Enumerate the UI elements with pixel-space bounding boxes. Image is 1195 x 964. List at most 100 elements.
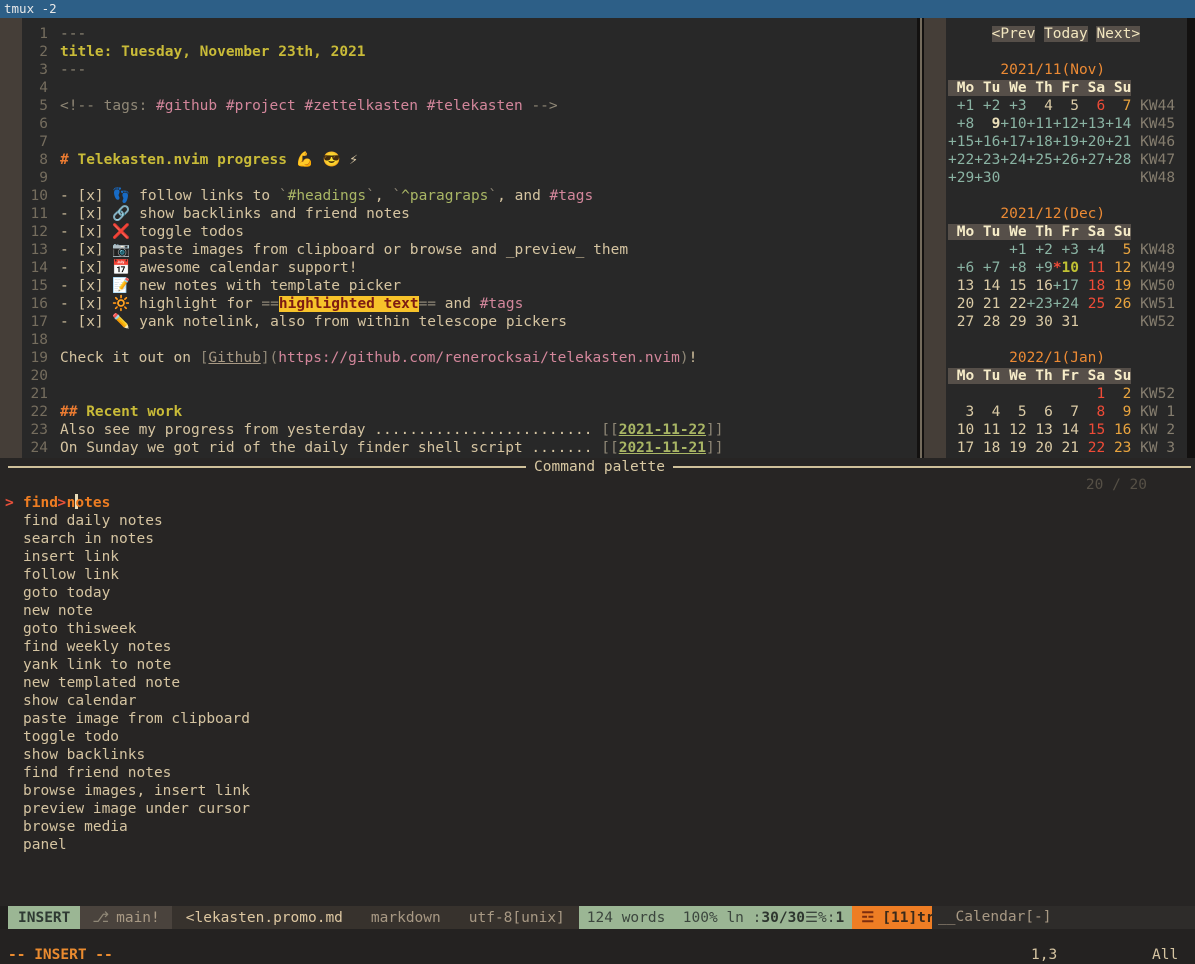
editor-line[interactable] (60, 385, 724, 403)
editor-line[interactable]: - [x] 📝 new notes with template picker (60, 277, 724, 295)
calendar-day[interactable]: 13 (1027, 422, 1053, 438)
calendar-day[interactable]: 14 (974, 278, 1000, 294)
editor-line[interactable]: - [x] 🔆 highlight for ==highlighted text… (60, 295, 724, 313)
palette-item[interactable]: panel (5, 836, 1195, 854)
calendar-day[interactable]: +20 (1079, 134, 1105, 150)
calendar-day[interactable]: 29 (1000, 314, 1026, 330)
palette-item[interactable]: find daily notes (5, 512, 1195, 530)
calendar-day[interactable]: 3 (948, 404, 974, 420)
calendar-day[interactable]: +8 (948, 116, 974, 132)
editor-scrollbar[interactable] (0, 18, 22, 458)
palette-item[interactable]: goto thisweek (5, 620, 1195, 638)
editor-line[interactable] (60, 169, 724, 187)
calendar-day[interactable]: +30 (974, 170, 1000, 186)
calendar-day[interactable]: +10 (1000, 116, 1026, 132)
calendar-day[interactable]: 8 (1079, 404, 1105, 420)
calendar-day[interactable]: +28 (1105, 152, 1131, 168)
window-separator[interactable] (917, 18, 924, 458)
calendar-day[interactable]: +17 (1000, 134, 1026, 150)
palette-item[interactable]: paste image from clipboard (5, 710, 1195, 728)
calendar-day[interactable]: 26 (1105, 296, 1131, 312)
calendar-day[interactable]: 18 (1079, 278, 1105, 294)
calendar-day[interactable]: 1 (1079, 386, 1105, 402)
calendar-day[interactable]: 22 (1079, 440, 1105, 456)
editor-line[interactable]: ## Recent work (60, 403, 724, 421)
palette-item[interactable]: show calendar (5, 692, 1195, 710)
calendar-day[interactable]: +15 (948, 134, 974, 150)
palette-item[interactable]: preview image under cursor (5, 800, 1195, 818)
palette-prompt[interactable]: > (5, 476, 1195, 494)
calendar-window[interactable]: <Prev Today Next> 2021/11(Nov) Mo Tu We … (924, 18, 1187, 458)
editor-line[interactable]: - [x] 📷 paste images from clipboard or b… (60, 241, 724, 259)
calendar-day[interactable]: +1 (948, 98, 974, 114)
editor-line[interactable] (60, 115, 724, 133)
palette-item[interactable]: new templated note (5, 674, 1195, 692)
palette-item[interactable]: yank link to note (5, 656, 1195, 674)
palette-item[interactable]: goto today (5, 584, 1195, 602)
calendar-day[interactable]: +24 (1053, 296, 1079, 312)
calendar-day[interactable]: +4 (1079, 242, 1105, 258)
editor-line[interactable]: Also see my progress from yesterday ....… (60, 421, 724, 439)
calendar-day[interactable]: +29 (948, 170, 974, 186)
palette-item[interactable]: new note (5, 602, 1195, 620)
calendar-day[interactable]: +27 (1079, 152, 1105, 168)
calendar-day[interactable]: +16 (974, 134, 1000, 150)
calendar-day[interactable]: +6 (948, 260, 974, 276)
calendar-day[interactable]: 16 (1027, 278, 1053, 294)
today-button[interactable]: Today (1044, 26, 1088, 42)
editor-line[interactable]: - [x] ❌ toggle todos (60, 223, 724, 241)
editor-line[interactable]: - [x] ✏️ yank notelink, also from within… (60, 313, 724, 331)
editor-line[interactable]: Check it out on [Github](https://github.… (60, 349, 724, 367)
calendar-day[interactable]: +23 (1027, 296, 1053, 312)
editor-text[interactable]: ---title: Tuesday, November 23th, 2021--… (60, 25, 724, 458)
calendar-day[interactable]: 19 (1105, 278, 1131, 294)
calendar-day[interactable]: 25 (1079, 296, 1105, 312)
calendar-day[interactable]: +13 (1079, 116, 1105, 132)
editor-line[interactable]: --- (60, 61, 724, 79)
next-button[interactable]: Next> (1096, 26, 1140, 42)
calendar-day[interactable]: +1 (1000, 242, 1026, 258)
calendar-day[interactable]: 4 (974, 404, 1000, 420)
calendar-day[interactable]: 9 (1105, 404, 1131, 420)
calendar-day[interactable]: 11 (1079, 260, 1105, 276)
calendar-day[interactable]: 14 (1053, 422, 1079, 438)
calendar-day[interactable]: 23 (1105, 440, 1131, 456)
calendar-day[interactable]: 10 (948, 422, 974, 438)
calendar-day[interactable]: 4 (1027, 98, 1053, 114)
calendar-day[interactable]: 19 (1000, 440, 1026, 456)
calendar-day[interactable]: +7 (974, 260, 1000, 276)
calendar-day[interactable]: 15 (1079, 422, 1105, 438)
calendar-day[interactable]: 15 (1000, 278, 1026, 294)
calendar-day[interactable]: +12 (1053, 116, 1079, 132)
calendar-day[interactable]: +25 (1027, 152, 1053, 168)
editor-line[interactable]: <!-- tags: #github #project #zettelkaste… (60, 97, 724, 115)
calendar-day-today[interactable]: *10 (1053, 260, 1079, 276)
palette-item[interactable]: browse media (5, 818, 1195, 836)
calendar-day[interactable]: 20 (1027, 440, 1053, 456)
calendar-day[interactable]: 31 (1053, 314, 1079, 330)
palette-item[interactable]: search in notes (5, 530, 1195, 548)
calendar-day[interactable]: 11 (974, 422, 1000, 438)
calendar-day[interactable]: +3 (1053, 242, 1079, 258)
calendar-day[interactable]: 12 (1000, 422, 1026, 438)
editor-line[interactable] (60, 367, 724, 385)
palette-item[interactable]: follow link (5, 566, 1195, 584)
palette-item[interactable]: find friend notes (5, 764, 1195, 782)
editor-line[interactable] (60, 79, 724, 97)
calendar-day[interactable]: 7 (1053, 404, 1079, 420)
calendar-day[interactable]: +9 (1027, 260, 1053, 276)
editor-line[interactable]: --- (60, 25, 724, 43)
calendar-day[interactable]: +11 (1027, 116, 1053, 132)
calendar-day[interactable]: 5 (1053, 98, 1079, 114)
calendar-day[interactable]: 28 (974, 314, 1000, 330)
editor-line[interactable]: - [x] 📅 awesome calendar support! (60, 259, 724, 277)
calendar-day[interactable]: 6 (1027, 404, 1053, 420)
calendar-day[interactable]: 20 (948, 296, 974, 312)
calendar-day[interactable]: +19 (1053, 134, 1079, 150)
calendar-day[interactable]: +2 (1027, 242, 1053, 258)
editor-line[interactable]: On Sunday we got rid of the daily finder… (60, 439, 724, 457)
calendar-day[interactable]: 18 (974, 440, 1000, 456)
palette-item[interactable]: find weekly notes (5, 638, 1195, 656)
calendar-day[interactable]: 2 (1105, 386, 1131, 402)
editor-window[interactable]: 123456789101112131415161718192021222324 … (0, 18, 917, 458)
